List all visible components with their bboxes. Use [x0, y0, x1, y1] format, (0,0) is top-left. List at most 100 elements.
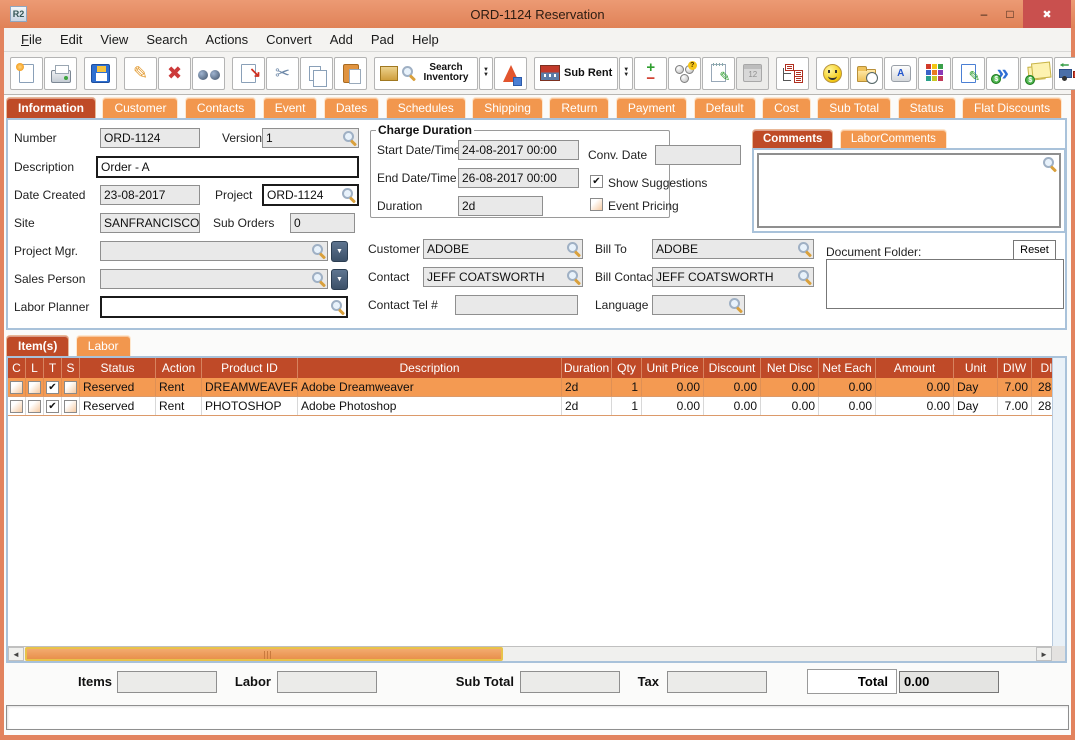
column-header[interactable]: DIM: [1032, 358, 1053, 378]
paste-button[interactable]: [334, 56, 367, 90]
delete-button[interactable]: ✖: [158, 56, 191, 90]
start-date-field[interactable]: 24-08-2017 00:00: [458, 140, 579, 160]
menu-actions[interactable]: Actions: [197, 30, 258, 49]
tab-payment[interactable]: Payment: [615, 97, 688, 118]
copy-button[interactable]: [300, 56, 333, 90]
shapes-view-button[interactable]: [494, 56, 527, 90]
tab-contacts[interactable]: Contacts: [184, 97, 257, 118]
sub-rent-button[interactable]: Sub Rent: [534, 56, 619, 90]
description-field[interactable]: Order - A: [96, 156, 359, 178]
menu-edit[interactable]: Edit: [51, 30, 91, 49]
number-field[interactable]: ORD-1124: [100, 128, 200, 148]
contact-tel-field[interactable]: [455, 295, 578, 315]
column-header[interactable]: L: [26, 358, 44, 378]
hierarchy-button[interactable]: [776, 56, 810, 90]
column-header[interactable]: Status: [80, 358, 156, 378]
search-inventory-button[interactable]: Search Inventory: [374, 56, 478, 90]
document-folder-textarea[interactable]: [826, 259, 1064, 309]
tab-return[interactable]: Return: [549, 97, 610, 118]
column-header[interactable]: T: [44, 358, 62, 378]
contact-lookup-icon[interactable]: [567, 270, 581, 284]
sub-orders-field[interactable]: 0: [290, 213, 355, 233]
bill-to-field[interactable]: ADOBE: [652, 239, 814, 259]
blocks-button[interactable]: [918, 56, 952, 90]
tab-customer[interactable]: Customer: [102, 97, 179, 118]
sub-rent-dropdown[interactable]: ▼ ▼: [619, 56, 634, 90]
maximize-button[interactable]: □: [997, 3, 1023, 25]
tab-status[interactable]: Status: [897, 97, 956, 118]
bill-contact-lookup-icon[interactable]: [798, 270, 812, 284]
checkbox-l[interactable]: [28, 380, 41, 394]
checkbox-s[interactable]: [64, 380, 77, 394]
project-field[interactable]: ORD-1124: [262, 184, 359, 206]
column-header[interactable]: Description: [298, 358, 562, 378]
language-lookup-icon[interactable]: [729, 298, 743, 312]
bill-contact-field[interactable]: JEFF COATSWORTH: [652, 267, 814, 287]
tab-shipping[interactable]: Shipping: [472, 97, 543, 118]
billing-notes-button[interactable]: $: [1020, 56, 1054, 90]
column-header[interactable]: Net Each: [819, 358, 876, 378]
scrollbar-thumb[interactable]: [25, 647, 503, 661]
project-lookup-icon[interactable]: [342, 188, 356, 202]
checkbox-t[interactable]: ✔: [46, 399, 59, 413]
items-total-field[interactable]: [117, 671, 217, 693]
tab-comments[interactable]: Comments: [752, 129, 834, 149]
table-row[interactable]: ✔ Reserved Rent PHOTOSHOP Adobe Photosho…: [8, 397, 1052, 416]
project-mgr-lookup-icon[interactable]: [312, 244, 326, 258]
checkbox-c[interactable]: [10, 399, 23, 413]
scroll-left-button[interactable]: ◄: [8, 647, 24, 661]
save-button[interactable]: [84, 56, 117, 90]
column-header[interactable]: Product ID: [202, 358, 298, 378]
checkbox-c[interactable]: [10, 380, 23, 394]
checkbox-t[interactable]: ✔: [46, 380, 59, 394]
customer-field[interactable]: ADOBE: [423, 239, 583, 259]
labor-planner-field[interactable]: [100, 296, 348, 318]
new-order-button[interactable]: [10, 56, 43, 90]
delivery-button[interactable]: [1054, 56, 1075, 90]
tab-labor[interactable]: Labor: [75, 335, 131, 356]
add-remove-button[interactable]: + −: [634, 56, 668, 90]
tab-cost[interactable]: Cost: [762, 97, 811, 118]
column-header[interactable]: S: [62, 358, 80, 378]
horizontal-scrollbar[interactable]: ◄ ►: [8, 646, 1052, 661]
labor-total-field[interactable]: [277, 671, 377, 693]
menu-view[interactable]: View: [91, 30, 137, 49]
reset-button[interactable]: Reset: [1013, 240, 1056, 260]
contact-field[interactable]: JEFF COATSWORTH: [423, 267, 583, 287]
show-suggestions-checkbox[interactable]: ✔: [590, 175, 603, 188]
duration-field[interactable]: 2d: [458, 196, 543, 216]
tab-flat-discounts[interactable]: Flat Discounts: [962, 97, 1063, 118]
cut-button[interactable]: ✂: [266, 56, 299, 90]
menu-add[interactable]: Add: [321, 30, 362, 49]
edit-document-button[interactable]: ✎: [952, 56, 986, 90]
scroll-right-button[interactable]: ►: [1036, 647, 1052, 661]
column-header[interactable]: DIW: [998, 358, 1032, 378]
tab-items[interactable]: Item(s): [6, 335, 70, 356]
tab-information[interactable]: Information: [6, 97, 96, 118]
column-header[interactable]: Qty: [612, 358, 642, 378]
tab-default[interactable]: Default: [693, 97, 756, 118]
customer-lookup-icon[interactable]: [567, 242, 581, 256]
tab-event[interactable]: Event: [262, 97, 318, 118]
version-lookup-icon[interactable]: [343, 131, 357, 145]
feedback-button[interactable]: [816, 56, 850, 90]
tab-dates[interactable]: Dates: [323, 97, 380, 118]
tab-labor-comments[interactable]: LaborComments: [839, 129, 947, 149]
column-header[interactable]: Net Disc: [761, 358, 819, 378]
resources-button[interactable]: ?: [668, 56, 702, 90]
assign-button[interactable]: ↘: [232, 56, 265, 90]
close-button[interactable]: ✖: [1023, 0, 1071, 28]
sales-person-field[interactable]: [100, 269, 328, 289]
total-field[interactable]: 0.00: [899, 671, 999, 693]
project-mgr-dropdown[interactable]: ▼: [331, 241, 348, 262]
project-mgr-field[interactable]: [100, 241, 328, 261]
end-date-field[interactable]: 26-08-2017 00:00: [458, 168, 579, 188]
sales-person-dropdown[interactable]: ▼: [331, 269, 348, 290]
comments-textarea[interactable]: [757, 153, 1061, 228]
print-button[interactable]: [44, 56, 77, 90]
search-inventory-dropdown[interactable]: ▼ ▼: [479, 56, 493, 90]
version-field[interactable]: 1: [262, 128, 359, 148]
site-field[interactable]: SANFRANCISCO: [100, 213, 200, 233]
column-header[interactable]: C: [8, 358, 26, 378]
labor-planner-lookup-icon[interactable]: [331, 300, 345, 314]
